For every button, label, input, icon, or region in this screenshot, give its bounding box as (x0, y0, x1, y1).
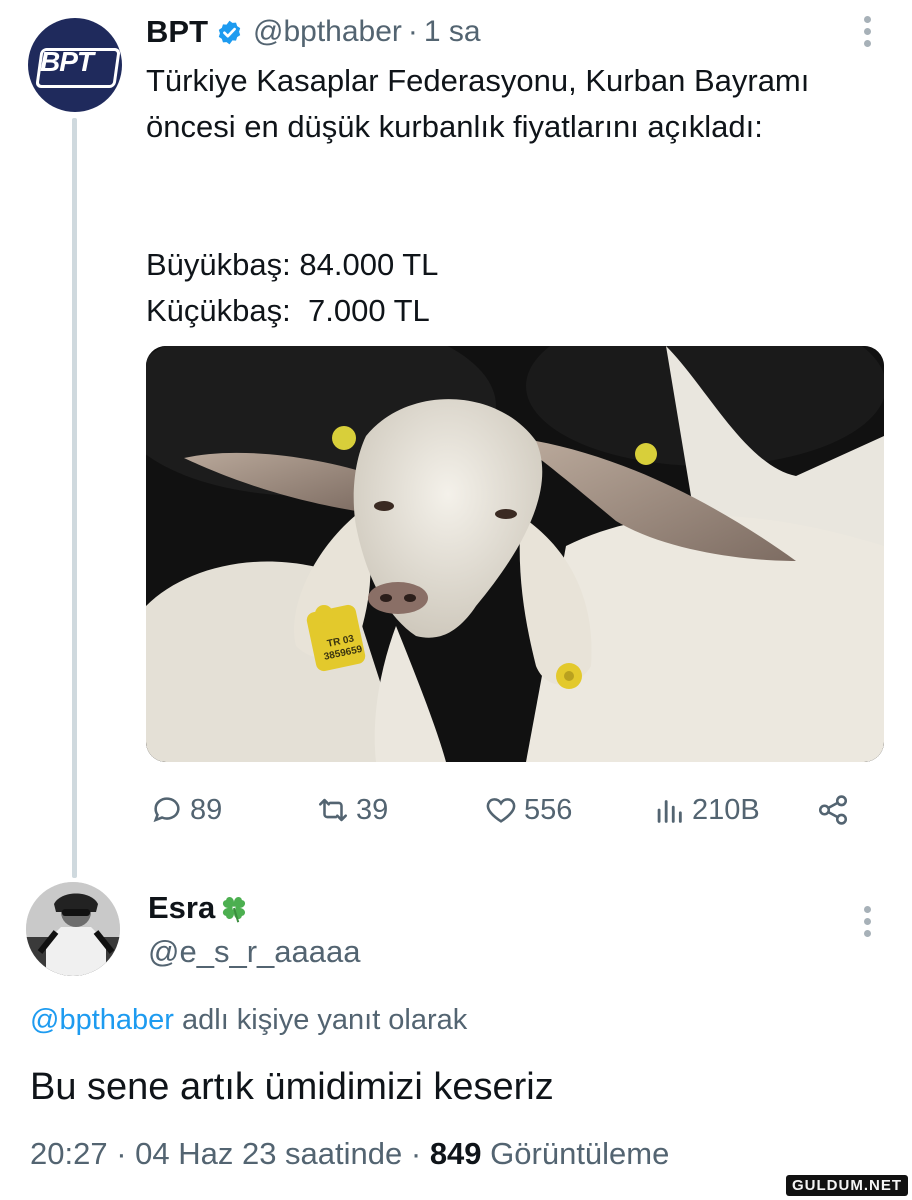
reply-author-handle[interactable]: @e_s_r_aaaaa (148, 934, 360, 970)
tweet-header: BPT @bpthaber · 1 sa (146, 12, 481, 52)
thread-connector-line (72, 118, 77, 878)
heart-icon (486, 798, 516, 823)
tweet-time[interactable]: 1 sa (424, 15, 481, 49)
esra-avatar-photo (26, 882, 120, 976)
reply-views-label: Görüntüleme (481, 1136, 670, 1171)
more-options-icon[interactable] (862, 16, 872, 47)
reply-text: Bu sene artık ümidimizi keseriz (30, 1066, 554, 1108)
replying-to-mention[interactable]: @bpthaber (30, 1004, 174, 1036)
watermark: GULDUM.NET (786, 1175, 908, 1196)
bpt-logo: BPT (40, 46, 94, 77)
price-small: Küçükbaş: 7.000 TL (146, 293, 430, 328)
like-count: 556 (524, 793, 573, 826)
header-separator: · (407, 15, 418, 48)
retweet-action[interactable]: 39 (316, 790, 388, 830)
views-chart-icon (657, 800, 682, 823)
views-action[interactable]: 210B (652, 790, 760, 830)
reply-author-name: Esra (148, 890, 216, 925)
goat-photo (146, 346, 884, 762)
reply-count: 89 (190, 793, 223, 826)
views-count: 210B (692, 793, 760, 826)
reply-icon (153, 797, 180, 823)
tweet-image[interactable]: TR 03 3859659 (146, 346, 884, 762)
retweet-icon (318, 798, 348, 822)
bpt-avatar[interactable]: BPT (28, 18, 122, 112)
reply-author[interactable]: Esra (148, 890, 251, 926)
replying-to: @bpthaber adlı kişiye yanıt olarak (30, 1004, 467, 1037)
retweet-count: 39 (356, 793, 389, 826)
esra-avatar[interactable] (26, 882, 120, 976)
price-big: Büyükbaş: 84.000 TL (146, 247, 439, 282)
tweet-text: Türkiye Kasaplar Federasyonu, Kurban Bay… (146, 63, 810, 144)
reply-more-options-icon[interactable] (862, 906, 872, 937)
reply-meta: 20:27 · 04 Haz 23 saatinde · 849 Görüntü… (30, 1136, 669, 1172)
share-icon (818, 795, 848, 825)
author-name[interactable]: BPT (146, 14, 208, 50)
four-leaf-clover-icon (223, 896, 246, 923)
verified-badge-icon (218, 20, 241, 44)
reply-timestamp[interactable]: 20:27 · 04 Haz 23 saatinde · (30, 1136, 430, 1171)
reply-action[interactable]: 89 (150, 790, 222, 830)
replying-to-suffix: adlı kişiye yanıt olarak (173, 1004, 468, 1036)
reply-views-count: 849 (429, 1136, 482, 1171)
like-action[interactable]: 556 (484, 790, 572, 830)
author-handle[interactable]: @bpthaber (253, 15, 402, 49)
share-action[interactable] (816, 790, 856, 830)
